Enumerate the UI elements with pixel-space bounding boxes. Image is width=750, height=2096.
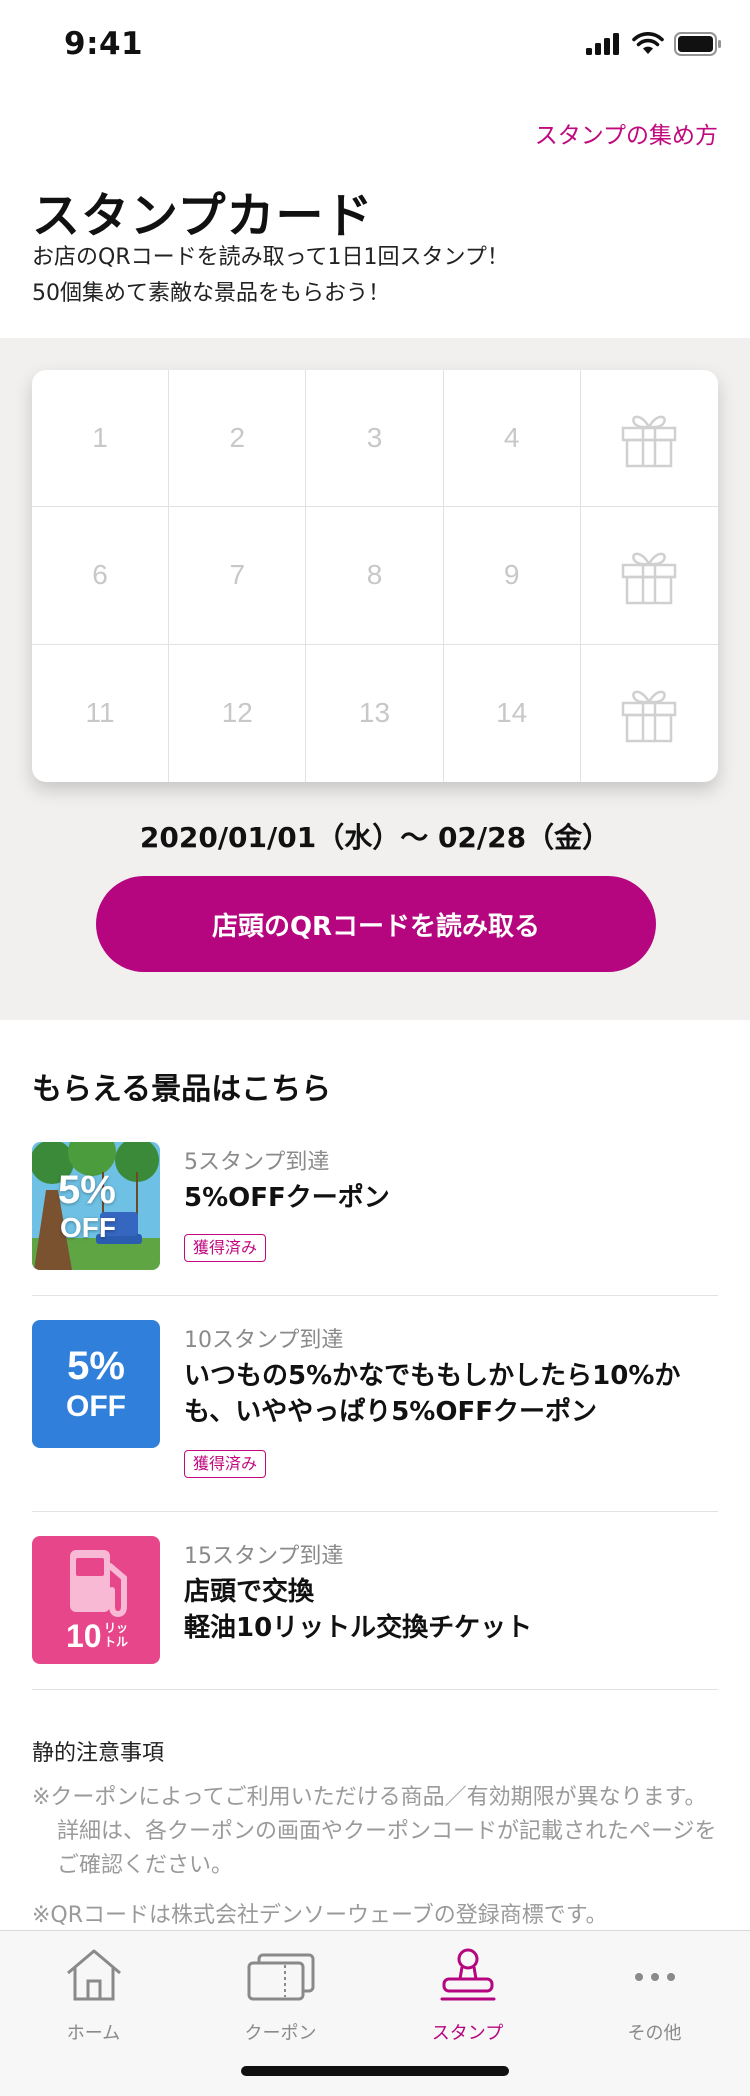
how-to-collect-link[interactable]: スタンプの集め方 xyxy=(535,116,718,150)
tab-label: その他 xyxy=(627,2023,682,2044)
stamp-slot: 11 xyxy=(32,644,170,782)
tab-label: スタンプ xyxy=(431,2023,504,2044)
prize-condition: 15スタンプ到達 xyxy=(184,1544,344,1569)
status-time: 9:41 xyxy=(64,26,144,62)
prize-title: 5%OFFクーポン xyxy=(184,1183,390,1213)
tab-home[interactable]: ホーム xyxy=(0,1931,187,2049)
note-text: ※クーポンによってご利用いただける商品／有効期限が異なります。詳細は、各クーポン… xyxy=(32,1785,717,1878)
thumb-percent-text: 5% xyxy=(67,1344,125,1388)
prize-item[interactable]: 5% OFF 10スタンプ到達 いつもの5%かなでももしかしたら10%か も、い… xyxy=(32,1320,718,1512)
status-bar: 9:41 xyxy=(0,0,750,92)
home-indicator xyxy=(241,2066,509,2076)
description-line: 50個集めて素敵な景品をもらおう！ xyxy=(32,281,390,306)
prize-title: いつもの5%かなでももしかしたら10%か も、いややっぱり5%OFFクーポン xyxy=(184,1361,681,1427)
stamp-slot: 12 xyxy=(169,644,307,782)
status-icons xyxy=(586,32,722,56)
prize-item[interactable]: 5% OFF 5スタンプ到達 5%OFFクーポン 獲得済み xyxy=(32,1142,718,1296)
gift-icon xyxy=(581,645,718,782)
stamp-slot: 14 xyxy=(444,644,581,782)
cellular-signal-icon xyxy=(586,33,619,55)
thumb-off-text: OFF xyxy=(60,1212,116,1243)
stamp-slot: 2 xyxy=(169,370,307,508)
prize-thumbnail: 5% OFF xyxy=(32,1142,160,1270)
coupon-icon xyxy=(247,1953,314,2001)
acquired-badge: 獲得済み xyxy=(184,1450,267,1478)
gift-icon xyxy=(580,370,718,508)
page-description: お店のQRコードを読み取って1日1回スタンプ！ 50個集めて素敵な景品をもらおう… xyxy=(32,240,509,312)
tab-label: ホーム xyxy=(66,2023,121,2044)
stamp-slot: 9 xyxy=(443,507,581,645)
stamp-slot: 13 xyxy=(306,644,444,782)
prizes-heading: もらえる景品はこちら xyxy=(32,1072,332,1107)
tab-label: クーポン xyxy=(244,2023,317,2044)
thumb-unit-bottom: トル xyxy=(104,1635,129,1649)
tab-stamp[interactable]: スタンプ xyxy=(374,1931,561,2049)
thumb-percent-text: 5% xyxy=(58,1168,116,1212)
prize-title: 店頭で交換 軽油10リットル交換チケット xyxy=(184,1577,533,1643)
prize-item[interactable]: 10 リッ トル 15スタンプ到達 店頭で交換 軽油10リットル交換チケット xyxy=(32,1536,718,1690)
scan-qr-button[interactable]: 店頭のQRコードを読み取る xyxy=(96,876,656,972)
stamp-icon xyxy=(440,1948,495,2001)
tab-more[interactable]: その他 xyxy=(561,1931,748,2049)
prize-thumbnail: 10 リッ トル xyxy=(32,1536,160,1664)
more-icon xyxy=(634,1973,675,1981)
stamp-slot: 1 xyxy=(32,370,170,508)
note-text: ※QRコードは株式会社デンソーウェーブの登録商標です。 xyxy=(32,1903,608,1928)
thumb-unit-top: リッ xyxy=(104,1621,129,1635)
gift-icon xyxy=(580,507,718,645)
campaign-period: 2020/01/01（水）〜 02/28（金） xyxy=(139,821,611,854)
wifi-icon xyxy=(632,32,664,54)
stamp-slot: 3 xyxy=(306,370,444,508)
prize-thumbnail: 5% OFF xyxy=(32,1320,160,1448)
battery-icon xyxy=(674,32,721,56)
page-title: スタンプカード xyxy=(32,188,374,244)
prize-condition: 10スタンプ到達 xyxy=(184,1328,344,1353)
stamp-slot: 7 xyxy=(169,507,307,645)
thumb-liter-number: 10 xyxy=(66,1618,102,1654)
stamp-card-section: 1 2 3 4 6 7 8 9 11 12 13 14 2020/01/01（水）〜 02/28（金）… xyxy=(0,338,750,1020)
description-line: お店のQRコードを読み取って1日1回スタンプ！ xyxy=(32,245,509,270)
stamp-slot: 4 xyxy=(443,370,581,508)
home-icon xyxy=(66,1949,121,2001)
stamp-slot: 8 xyxy=(306,507,444,645)
stamp-card: 1 2 3 4 6 7 8 9 11 12 13 14 xyxy=(32,370,718,782)
prize-condition: 5スタンプ到達 xyxy=(184,1150,330,1175)
acquired-badge: 獲得済み xyxy=(184,1234,267,1262)
tab-coupon[interactable]: クーポン xyxy=(187,1931,374,2049)
notes-heading: 静的注意事項 xyxy=(32,1741,165,1766)
thumb-off-text: OFF xyxy=(66,1390,126,1423)
stamp-slot: 6 xyxy=(32,507,170,645)
